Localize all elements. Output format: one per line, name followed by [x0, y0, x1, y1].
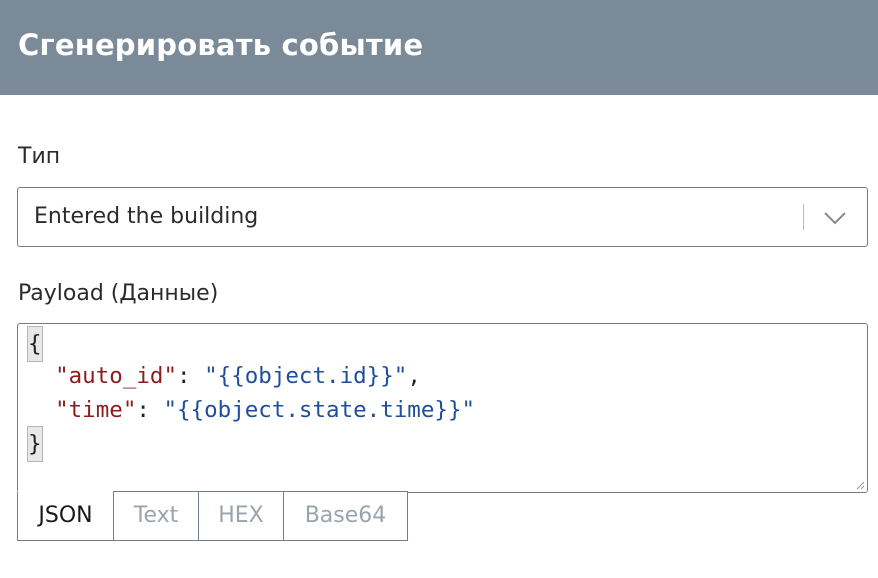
json-value: "{{object.id}}" — [204, 363, 408, 389]
tab-hex[interactable]: HEX — [198, 491, 284, 541]
open-brace: { — [27, 326, 43, 362]
json-value: "{{object.state.time}}" — [163, 397, 476, 423]
dialog-header: Сгенерировать событие — [0, 0, 878, 95]
payload-editor[interactable]: { "auto_id": "{{object.id}}", "time": "{… — [17, 323, 868, 493]
code-line: { — [27, 326, 43, 362]
json-key: "auto_id" — [55, 363, 178, 389]
resize-handle-icon[interactable] — [855, 480, 865, 490]
payload-label: Payload (Данные) — [18, 281, 219, 306]
json-comma: , — [407, 363, 421, 389]
code-line: "auto_id": "{{object.id}}", — [28, 359, 421, 393]
json-separator: : — [177, 363, 205, 389]
chevron-down-icon[interactable] — [822, 206, 848, 230]
type-select[interactable]: Entered the building — [17, 187, 868, 247]
close-brace: } — [27, 426, 43, 462]
code-line: } — [27, 426, 43, 462]
code-line: "time": "{{object.state.time}}" — [28, 393, 475, 427]
json-separator: : — [136, 397, 164, 423]
tab-text[interactable]: Text — [113, 491, 199, 541]
json-key: "time" — [55, 397, 137, 423]
tab-json[interactable]: JSON — [17, 491, 114, 541]
tab-base64[interactable]: Base64 — [283, 491, 408, 541]
dialog-title: Сгенерировать событие — [18, 28, 424, 62]
type-select-value: Entered the building — [34, 204, 259, 229]
type-label: Тип — [18, 144, 61, 169]
select-separator — [803, 204, 804, 230]
